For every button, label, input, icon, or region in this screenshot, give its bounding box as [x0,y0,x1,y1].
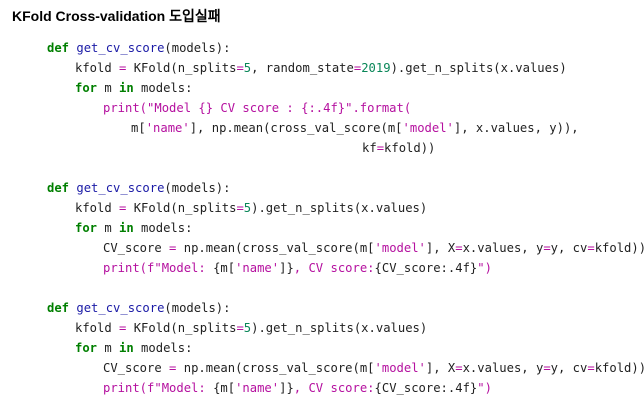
code-token: kfold)) [594,241,644,255]
code-token: def [47,41,70,55]
code-line: for m in models: [75,78,192,98]
code-token: 'model' [374,241,426,255]
code-token: def [47,181,70,195]
code-token: = [543,241,551,255]
code-token: = [455,241,463,255]
code-token: in [119,81,134,95]
code-token: = [455,361,463,375]
code-token: print(f"Model: [103,261,214,275]
code-snippet-page: KFold Cross-validation 도입실패 def get_cv_s… [0,0,644,416]
code-token: y, cv [550,361,588,375]
code-token: = [376,141,385,155]
code-token: KFold(n_splits [126,61,237,75]
code-line: for m in models: [75,338,192,358]
code-token: (models): [164,41,231,55]
code-token: np.mean(cross_val_score(m[ [176,361,375,375]
code-line: kfold = KFold(n_splits=5).get_n_splits(x… [75,318,427,338]
code-token: models: [133,341,193,355]
code-line: print(f"Model: {m['name']}, CV score:{CV… [103,378,492,398]
code-token: ], X [425,361,456,375]
code-line: kfold = KFold(n_splits=5).get_n_splits(x… [75,198,427,218]
code-token: for [75,221,98,235]
code-token: ], x.values, y)), [453,121,579,135]
code-token: 'model' [374,361,426,375]
code-line: print("Model {} CV score : {:.4f}".forma… [103,98,411,118]
code-token: x.values, y [462,241,544,255]
code-line: for m in models: [75,218,192,238]
code-token: , CV score: [293,261,375,275]
code-token: kfold [75,321,120,335]
page-title: KFold Cross-validation 도입실패 [12,8,221,24]
code-token: m [97,81,120,95]
code-token: {CV_score:.4f} [374,261,478,275]
code-token: 'name' [235,261,280,275]
code-token: = [236,201,244,215]
code-token: 'name' [235,381,280,395]
code-token: np.mean(cross_val_score(m[ [176,241,375,255]
code-token: {CV_score:.4f} [374,381,478,395]
code-token: m [97,221,120,235]
code-line: kfold = KFold(n_splits=5, random_state=2… [75,58,567,78]
code-line: CV_score = np.mean(cross_val_score(m['mo… [103,238,644,258]
code-line: kf=kfold)) [362,138,435,158]
code-token: 'name' [145,121,190,135]
code-token: print(f"Model: [103,381,214,395]
code-token: def [47,301,70,315]
code-token: print("Model {} CV score : {:.4f}".forma… [103,101,412,115]
code-line: CV_score = np.mean(cross_val_score(m['mo… [103,358,644,378]
code-token: ") [477,381,492,395]
code-token: ).get_n_splits(x.values) [390,61,567,75]
code-token: for [75,81,98,95]
code-token: , CV score: [293,381,375,395]
code-token: CV_score [103,241,170,255]
code-line: m['name'], np.mean(cross_val_score(m['mo… [131,118,579,138]
code-token: ], np.mean(cross_val_score(m[ [189,121,403,135]
code-line: print(f"Model: {m['name']}, CV score:{CV… [103,258,492,278]
code-token: get_cv_score [76,41,165,55]
code-token: kfold)) [384,141,436,155]
code-token: ") [477,261,492,275]
code-token: y, cv [550,241,588,255]
code-token: models: [133,81,193,95]
code-token: ]} [279,261,294,275]
code-token: m[ [131,121,146,135]
code-token: kfold [75,61,120,75]
code-token: = [543,361,551,375]
code-token: in [119,341,134,355]
code-token: m [97,341,120,355]
code-line: def get_cv_score(models): [47,178,230,198]
code-line: def get_cv_score(models): [47,298,230,318]
code-token: KFold(n_splits [126,201,237,215]
code-token: = [236,61,244,75]
code-token: get_cv_score [76,301,165,315]
code-token: ], X [425,241,456,255]
code-token: = [236,321,244,335]
code-token: ).get_n_splits(x.values) [251,321,428,335]
code-token: CV_score [103,361,170,375]
code-token: x.values, y [462,361,544,375]
code-token: in [119,221,134,235]
code-token: , random_state [251,61,354,75]
code-token: (models): [164,301,231,315]
code-token: get_cv_score [76,181,165,195]
code-token: (models): [164,181,231,195]
code-token: = [587,361,595,375]
code-token: ]} [279,381,294,395]
code-token: {m[ [213,381,236,395]
code-token: {m[ [213,261,236,275]
code-line: def get_cv_score(models): [47,38,230,58]
code-token: kfold)) [594,361,644,375]
code-token: models: [133,221,193,235]
code-token: 2019 [361,61,391,75]
code-token: for [75,341,98,355]
code-token: 'model' [402,121,454,135]
code-token: kfold [75,201,120,215]
code-token: kf [362,141,377,155]
code-token: = [587,241,595,255]
code-token: KFold(n_splits [126,321,237,335]
code-token: ).get_n_splits(x.values) [251,201,428,215]
